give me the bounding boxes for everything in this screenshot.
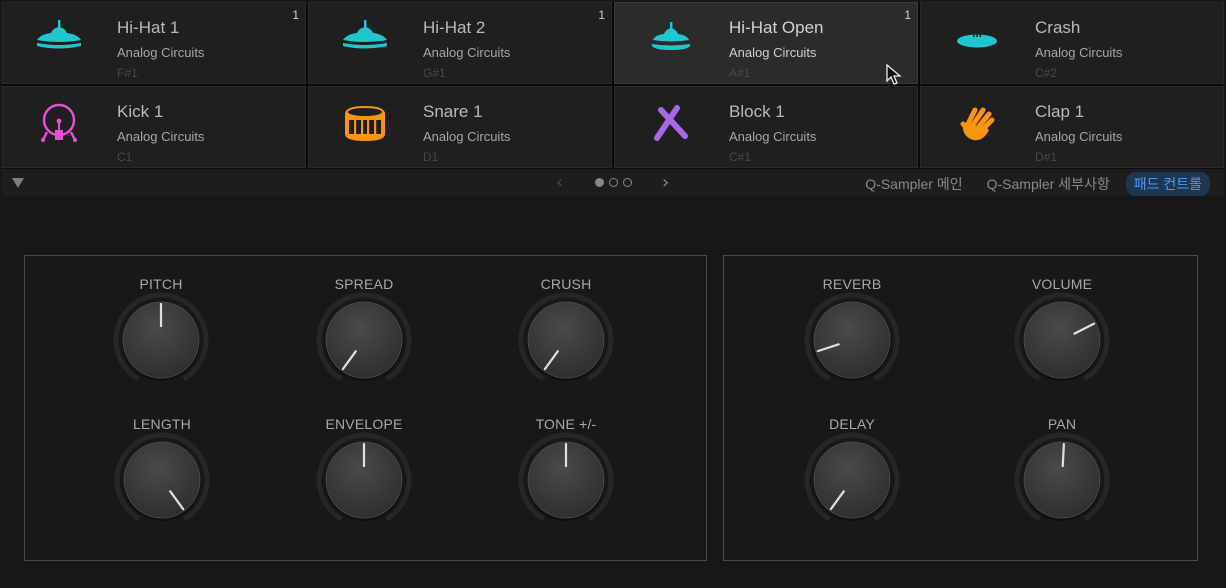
knob-delay: DELAY xyxy=(792,416,912,546)
pad-note: C#2 xyxy=(1035,66,1058,80)
pad-block-1[interactable]: Block 1 Analog Circuits C#1 xyxy=(614,86,918,168)
pitch-knob[interactable] xyxy=(111,290,211,390)
pad-note: C1 xyxy=(117,150,133,164)
pad-note: D#1 xyxy=(1035,150,1058,164)
tab-pad-controls[interactable]: 패드 컨트롤 xyxy=(1125,172,1210,196)
tab-qsampler-details[interactable]: Q-Sampler 세부사항 xyxy=(979,172,1118,196)
pad-kit: Analog Circuits xyxy=(117,45,205,60)
knob-tone: TONE +/- xyxy=(506,416,626,546)
q-sampler-pad-controls: Hi-Hat 1 Analog Circuits F#1 1 Hi-Hat 2 … xyxy=(0,0,1226,588)
view-navigation-bar: ‹ › Q-Sampler 메인 Q-Sampler 세부사항 패드 컨트롤 xyxy=(2,168,1224,196)
block-sticks-icon xyxy=(641,99,701,145)
hihat-closed-icon xyxy=(335,15,395,61)
knob-reverb: REVERB xyxy=(792,276,912,406)
crush-knob[interactable] xyxy=(516,290,616,390)
page-dot[interactable] xyxy=(609,178,618,187)
knob-body xyxy=(123,441,201,519)
page-indicator xyxy=(595,178,632,187)
pad-clap-1[interactable]: Clap 1 Analog Circuits D#1 xyxy=(920,86,1224,168)
pad-hihat-2[interactable]: Hi-Hat 2 Analog Circuits G#1 1 xyxy=(308,2,612,84)
pad-kit: Analog Circuits xyxy=(117,129,205,144)
pad-kit: Analog Circuits xyxy=(729,45,817,60)
chevron-left-icon[interactable]: ‹ xyxy=(556,172,563,193)
knob-indicator xyxy=(1061,442,1065,468)
pad-note: D1 xyxy=(423,150,439,164)
pad-kit: Analog Circuits xyxy=(729,129,817,144)
pad-name: Snare 1 xyxy=(423,102,483,121)
pad-hihat-open[interactable]: Hi-Hat Open Analog Circuits A#1 1 xyxy=(614,2,918,84)
pad-name: Hi-Hat 1 xyxy=(117,18,180,37)
mouse-pointer-icon xyxy=(886,64,902,85)
page-dot[interactable] xyxy=(595,178,604,187)
knob-length: LENGTH xyxy=(102,416,222,546)
chevron-right-icon[interactable]: › xyxy=(662,172,669,193)
pad-name: Crash xyxy=(1035,18,1081,37)
pad-kick-1[interactable]: Kick 1 Analog Circuits C1 xyxy=(2,86,306,168)
pad-note: A#1 xyxy=(729,66,751,80)
pad-name: Hi-Hat Open xyxy=(729,18,824,37)
hihat-closed-icon xyxy=(29,15,89,61)
pad-note: G#1 xyxy=(423,66,446,80)
tone-knob[interactable] xyxy=(516,430,616,530)
pad-note: C#1 xyxy=(729,150,752,164)
hihat-open-icon xyxy=(641,15,701,61)
pan-knob[interactable] xyxy=(1012,430,1112,530)
knob-crush: CRUSH xyxy=(506,276,626,406)
pad-hihat-1[interactable]: Hi-Hat 1 Analog Circuits F#1 1 xyxy=(2,2,306,84)
volume-knob[interactable] xyxy=(1012,290,1112,390)
knob-pan: PAN xyxy=(1002,416,1122,546)
output-controls-panel: REVERB VOLUME DELAY PAN xyxy=(723,255,1198,561)
pad-count: 1 xyxy=(292,8,299,22)
knob-volume: VOLUME xyxy=(1002,276,1122,406)
knob-envelope: ENVELOPE xyxy=(304,416,424,546)
pad-count: 1 xyxy=(598,8,605,22)
triangle-down-icon[interactable] xyxy=(12,178,24,188)
pad-kit: Analog Circuits xyxy=(1035,45,1123,60)
knob-body xyxy=(813,441,891,519)
pad-kit: Analog Circuits xyxy=(1035,129,1123,144)
knob-body xyxy=(325,301,403,379)
knob-body xyxy=(813,301,891,379)
pad-name: Block 1 xyxy=(729,102,785,121)
pad-kit: Analog Circuits xyxy=(423,45,511,60)
pad-name: Clap 1 xyxy=(1035,102,1085,121)
pad-kit: Analog Circuits xyxy=(423,129,511,144)
spread-knob[interactable] xyxy=(314,290,414,390)
kick-drum-icon xyxy=(29,99,89,145)
pad-crash[interactable]: Crash Analog Circuits C#2 xyxy=(920,2,1224,84)
snare-drum-icon xyxy=(335,99,395,145)
pad-count: 1 xyxy=(904,8,911,22)
page-dot[interactable] xyxy=(623,178,632,187)
length-knob[interactable] xyxy=(112,430,212,530)
crash-cymbal-icon xyxy=(947,15,1007,61)
delay-knob[interactable] xyxy=(802,430,902,530)
pad-snare-1[interactable]: Snare 1 Analog Circuits D1 xyxy=(308,86,612,168)
knob-body xyxy=(527,301,605,379)
knob-body xyxy=(1023,301,1101,379)
pad-note: F#1 xyxy=(117,66,138,80)
knob-body xyxy=(1023,441,1101,519)
knob-pitch: PITCH xyxy=(101,276,221,406)
pad-name: Kick 1 xyxy=(117,102,164,121)
knob-spread: SPREAD xyxy=(304,276,424,406)
clap-hand-icon xyxy=(947,99,1007,145)
view-tabs: Q-Sampler 메인 Q-Sampler 세부사항 패드 컨트롤 xyxy=(849,172,1210,196)
sound-controls-panel: PITCH SPREAD CRUSH LENGTH ENVELOPE TONE … xyxy=(24,255,707,561)
reverb-knob[interactable] xyxy=(802,290,902,390)
envelope-knob[interactable] xyxy=(314,430,414,530)
drum-pad-grid: Hi-Hat 1 Analog Circuits F#1 1 Hi-Hat 2 … xyxy=(2,2,1224,168)
tab-qsampler-main[interactable]: Q-Sampler 메인 xyxy=(857,172,970,196)
pad-name: Hi-Hat 2 xyxy=(423,18,486,37)
